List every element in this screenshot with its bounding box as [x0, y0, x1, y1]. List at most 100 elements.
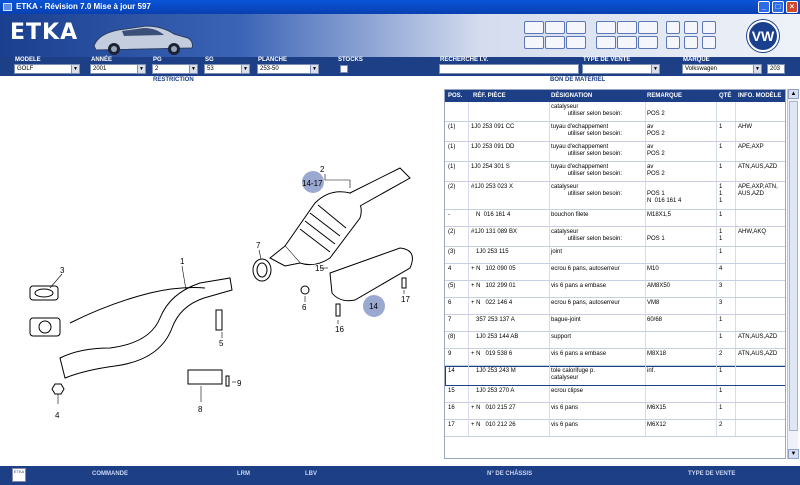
lbv-link[interactable]: LBV [305, 471, 317, 477]
maximize-button[interactable]: □ [772, 1, 784, 13]
parts-diagram[interactable]: 1 2 3 4 5 6 7 8 9 14-17 14 15 16 17 [0, 88, 440, 460]
cell-rem: 60/68 [647, 317, 663, 323]
cell-qte: 1 [719, 164, 723, 170]
cell-des: tuyau d'echappement utiliser selon besoi… [551, 124, 623, 137]
table-row[interactable]: (3) 1J0 253 115 joint 1 [445, 247, 785, 264]
toolbar-button-5[interactable] [545, 36, 565, 49]
cell-ref: N 016 161 4 [471, 212, 511, 218]
table-row[interactable]: (2) #1J0 131 089 BX catalyseur utiliser se… [445, 227, 785, 247]
exhaust-pipe [59, 277, 233, 379]
column-divider [735, 162, 736, 181]
table-row[interactable]: 14 1J0 253 243 M tole calorifuge p. catal… [445, 366, 785, 386]
chevron-down-icon[interactable]: ▼ [651, 65, 659, 73]
table-row[interactable]: - N 016 161 4 bouchon filete M18X1,5 1 [445, 210, 785, 227]
toolbar-button-4[interactable] [524, 36, 544, 49]
type-vente-footer-link[interactable]: TYPE DE VENTE [688, 471, 735, 477]
toolbar-button-1[interactable] [524, 21, 544, 34]
table-row[interactable]: 7 357 253 137 A bague-joint 60/68 1 [445, 315, 785, 332]
table-row[interactable]: (5) + N 102 299 01 vis 6 pans a embase AM8X… [445, 281, 785, 298]
nav-first-icon[interactable] [666, 21, 680, 34]
cell-info: AHW [738, 124, 752, 130]
nut-4 [51, 383, 65, 395]
toolbar-button-2[interactable] [545, 21, 565, 34]
sg-select[interactable]: 53 ▼ [204, 64, 250, 74]
cell-pos: 14 [448, 368, 455, 374]
table-row[interactable]: 9 + N 019 538 6 vis 6 pans a embase M8X18 2 A… [445, 349, 785, 366]
toolbar-button-10[interactable] [596, 36, 616, 49]
scroll-up-icon[interactable]: ▲ [788, 89, 799, 99]
column-divider [549, 386, 550, 402]
cell-ref: + N 102 090 05 [471, 266, 516, 272]
chevron-down-icon[interactable]: ▼ [189, 65, 197, 73]
stocks-checkbox[interactable] [340, 65, 348, 73]
cell-pos: (8) [448, 334, 456, 340]
annee-select[interactable]: 2001 ▼ [90, 64, 146, 74]
table-row[interactable]: 4 + N 102 090 05 ecrou 6 pans, autoserreur… [445, 264, 785, 281]
etka-footer-logo: ETKA [12, 468, 26, 482]
type-vente-select[interactable]: ▼ [582, 64, 660, 74]
cell-ref: + N 022 146 4 [471, 300, 513, 306]
cell-rem: AM8X50 [647, 283, 671, 289]
col-remarque: REMARQUE [647, 93, 683, 99]
chevron-down-icon[interactable]: ▼ [137, 65, 145, 73]
nav-up-icon[interactable] [684, 21, 698, 34]
column-divider [645, 366, 646, 385]
column-divider [716, 122, 717, 141]
table-row[interactable]: 6 + N 022 146 4 ecrou 6 pans, autoserreur V… [445, 298, 785, 315]
table-row[interactable]: (2) #1J0 253 023 X catalyseur utiliser sel… [445, 182, 785, 210]
chassis-link[interactable]: N° DE CHÂSSIS [487, 471, 532, 477]
toolbar-button-6[interactable] [566, 36, 586, 49]
column-divider [735, 227, 736, 246]
table-row[interactable]: (1) 1J0 254 301 S tuyau d'echappement util… [445, 162, 785, 182]
cell-qte: 1 [719, 405, 723, 411]
commande-link[interactable]: COMMANDE [92, 471, 128, 477]
annee-value: 2001 [93, 66, 107, 72]
lrm-link[interactable]: LRM [237, 471, 250, 477]
chevron-down-icon[interactable]: ▼ [310, 65, 318, 73]
chevron-down-icon[interactable]: ▼ [753, 65, 761, 73]
column-divider [735, 366, 736, 385]
cell-ref: 1J0 253 270 A [471, 388, 515, 394]
marque-select[interactable]: Volkswagen ▼ [682, 64, 762, 74]
table-row[interactable]: 15 1J0 253 270 A ecrou clipse 1 [445, 386, 785, 403]
recherche-input[interactable] [439, 64, 579, 74]
cell-des: tuyau d'echappement utiliser selon besoi… [551, 144, 623, 157]
toolbar-button-9[interactable] [638, 21, 658, 34]
nav-prev-icon[interactable] [666, 36, 680, 49]
chevron-down-icon[interactable]: ▼ [71, 65, 79, 73]
modele-select[interactable]: GOLF ▼ [14, 64, 80, 74]
scroll-thumb[interactable] [789, 101, 798, 431]
close-button[interactable]: × [786, 1, 798, 13]
type-vente-label: TYPE DE VENTE [583, 57, 631, 63]
column-divider [716, 366, 717, 385]
toolbar-button-11[interactable] [617, 36, 637, 49]
column-divider [735, 298, 736, 314]
table-row[interactable]: (8) 1J0 253 144 AB support 1 ATN,AUS,AZD [445, 332, 785, 349]
column-divider [716, 281, 717, 297]
scroll-down-icon[interactable]: ▼ [788, 449, 799, 459]
nav-last-icon[interactable] [702, 21, 716, 34]
cell-qte: 1 [719, 317, 723, 323]
table-row[interactable]: catalyseur utiliser selon besoin: POS 2 [445, 102, 785, 122]
table-row[interactable]: (1) 1J0 253 091 CC tuyau d'echappement uti… [445, 122, 785, 142]
table-row[interactable]: 16 + N 010 215 27 vis 6 pans M6X15 1 [445, 403, 785, 420]
nav-down-icon[interactable] [684, 36, 698, 49]
toolbar-button-8[interactable] [617, 21, 637, 34]
column-divider [645, 315, 646, 331]
table-row[interactable]: 17 + N 010 212 26 vis 6 pans M6X12 2 [445, 420, 785, 437]
cell-info: ATN,AUS,AZD [738, 164, 778, 170]
toolbar-button-3[interactable] [566, 21, 586, 34]
column-divider [645, 182, 646, 209]
table-row[interactable]: (1) 1J0 253 091 DD tuyau d'echappement uti… [445, 142, 785, 162]
cell-qte: 3 [719, 300, 723, 306]
toolbar-button-12[interactable] [638, 36, 658, 49]
pg-select[interactable]: 2 ▼ [152, 64, 198, 74]
planche-select[interactable]: 253-50 ▼ [257, 64, 319, 74]
toolbar-button-7[interactable] [596, 21, 616, 34]
restriction-label: RESTRICTION [153, 77, 194, 83]
minimize-button[interactable]: _ [758, 1, 770, 13]
column-divider [549, 315, 550, 331]
nav-next-icon[interactable] [702, 36, 716, 49]
table-scrollbar[interactable]: ▲ ▼ [787, 89, 799, 459]
chevron-down-icon[interactable]: ▼ [241, 65, 249, 73]
